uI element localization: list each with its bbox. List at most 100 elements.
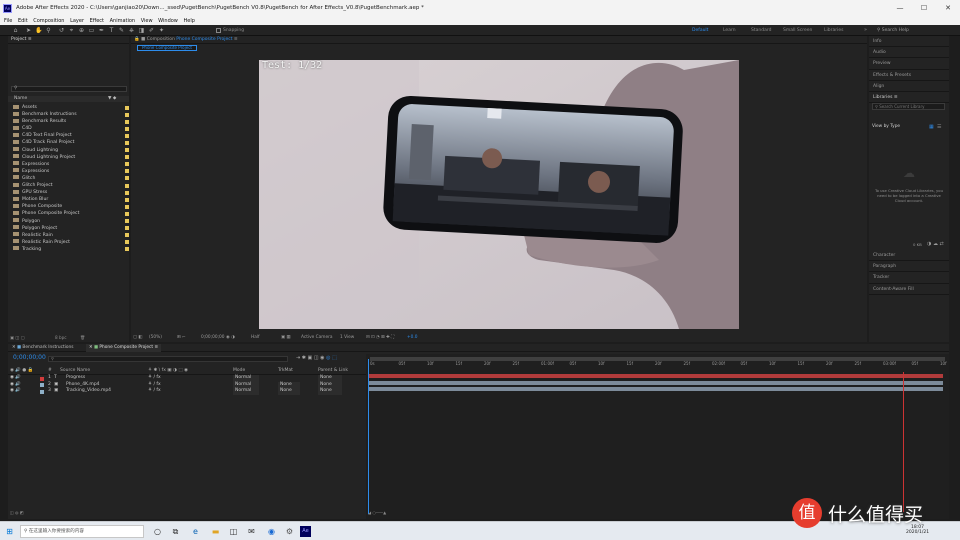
paragraph-panel-tab[interactable]: Paragraph: [869, 261, 949, 273]
snapshot-icon[interactable]: ◉ ◑: [226, 334, 235, 342]
menu-help[interactable]: Help: [183, 17, 194, 25]
region-of-interest-icon[interactable]: ▣ ▦: [281, 334, 291, 342]
project-item[interactable]: Phone Composite Project: [8, 210, 129, 217]
libraries-search-input[interactable]: ⚲ Search Current Library: [872, 103, 945, 110]
lock-icon[interactable]: 🔒: [134, 37, 140, 42]
effects-presets-panel-tab[interactable]: Effects & Presets: [869, 70, 949, 81]
label-color-swatch[interactable]: [125, 204, 129, 209]
menu-window[interactable]: Window: [158, 17, 178, 25]
project-item[interactable]: Benchmark Results: [8, 118, 129, 125]
layer-parent-dropdown[interactable]: None: [318, 388, 342, 395]
layer-label-swatch[interactable]: [40, 383, 44, 387]
workspace-overflow-icon[interactable]: »: [864, 27, 867, 34]
menu-effect[interactable]: Effect: [90, 17, 104, 25]
layer-switches-icons[interactable]: ⚘ / fx: [148, 388, 161, 395]
current-time-indicator[interactable]: [368, 359, 369, 514]
timeline-search-input[interactable]: ⚲: [48, 356, 288, 362]
label-color-swatch[interactable]: [125, 169, 129, 174]
project-item[interactable]: GPU Stress: [8, 189, 129, 196]
label-color-swatch[interactable]: [125, 112, 129, 117]
layer-trkmat-dropdown[interactable]: None: [278, 388, 300, 395]
zoom-tool-icon[interactable]: ⚲: [45, 27, 52, 34]
label-color-swatch[interactable]: [125, 226, 129, 231]
menu-composition[interactable]: Composition: [33, 17, 64, 25]
puppet-tool-icon[interactable]: ✦: [158, 27, 165, 34]
grid-icon[interactable]: ⊞ ⌐: [177, 334, 186, 342]
after-effects-taskbar-icon[interactable]: Ae: [300, 526, 311, 537]
task-view-icon[interactable]: ⧉: [170, 526, 181, 537]
workspace-learn[interactable]: Learn: [723, 27, 736, 34]
character-panel-tab[interactable]: Character: [869, 250, 949, 262]
layer-mode-dropdown[interactable]: Normal: [233, 388, 260, 395]
layer-label-swatch[interactable]: [40, 389, 44, 394]
delete-item-icon[interactable]: 🗑: [80, 335, 85, 341]
content-aware-fill-panel-tab[interactable]: Content-Aware Fill: [869, 284, 949, 295]
composition-breadcrumb[interactable]: Phone Composite Project: [137, 45, 197, 51]
layer-bar-phone[interactable]: [368, 381, 943, 385]
snapping-checkbox[interactable]: [216, 28, 221, 33]
label-color-swatch[interactable]: [125, 140, 129, 145]
search-help-field[interactable]: ⚲ Search Help: [877, 27, 943, 34]
label-color-swatch[interactable]: [125, 126, 129, 131]
preview-panel-tab[interactable]: Preview: [869, 58, 949, 70]
exposure-value[interactable]: +0.0: [407, 334, 417, 342]
timeline-switch-icons[interactable]: ⇥ ✱ ▣ ◫ ◉ ◎ ⬚: [296, 355, 337, 361]
label-color-swatch[interactable]: [125, 190, 129, 195]
label-color-swatch[interactable]: [125, 176, 129, 181]
project-item[interactable]: Polygon: [8, 218, 129, 225]
eraser-tool-icon[interactable]: ◨: [138, 27, 145, 34]
composition-tab[interactable]: 🔒 ■ Composition Phone Composite Project …: [131, 36, 867, 44]
taskbar-search-box[interactable]: ⚲ 在这里输入你要搜索的内容: [20, 525, 144, 538]
label-color-swatch[interactable]: [125, 133, 129, 138]
label-color-swatch[interactable]: [125, 219, 129, 223]
project-item[interactable]: Cloud Lightning: [8, 147, 129, 154]
label-color-swatch[interactable]: [125, 247, 129, 252]
mail-icon[interactable]: ✉: [246, 526, 257, 537]
rectangle-tool-icon[interactable]: ▭: [88, 27, 95, 34]
label-color-swatch[interactable]: [125, 240, 129, 245]
project-tab[interactable]: Project ≡: [8, 36, 129, 44]
workspace-libraries[interactable]: Libraries: [824, 27, 843, 34]
clone-stamp-tool-icon[interactable]: ⎈: [128, 27, 135, 34]
project-item[interactable]: Glitch: [8, 175, 129, 182]
project-item[interactable]: C4D: [8, 125, 129, 132]
time-ruler[interactable]: 0s 05f 10f 15f 20f 25f 01:00f 05f 10f 15f 20f 25f 02…: [366, 361, 949, 369]
label-color-swatch[interactable]: [125, 233, 129, 238]
camera-dropdown[interactable]: Active Camera: [301, 334, 333, 342]
pan-behind-tool-icon[interactable]: ⊕: [78, 27, 85, 34]
project-item[interactable]: Cloud Lightning Project: [8, 154, 129, 161]
project-item[interactable]: Phone Composite: [8, 203, 129, 210]
project-item[interactable]: Expressions: [8, 168, 129, 175]
app-icon-gear[interactable]: ⚙: [284, 526, 295, 537]
file-explorer-icon[interactable]: ▬: [210, 526, 221, 537]
label-color-swatch[interactable]: [125, 197, 129, 202]
type-tool-icon[interactable]: T: [108, 27, 115, 34]
label-column-icon[interactable]: ▼ ◆: [108, 96, 116, 102]
project-item[interactable]: Realistic Rain Project: [8, 239, 129, 246]
tracker-panel-tab[interactable]: Tracker: [869, 272, 949, 284]
project-item[interactable]: Tracking: [8, 246, 129, 253]
project-item[interactable]: Glitch Project: [8, 182, 129, 189]
edge-browser-icon[interactable]: e: [190, 526, 201, 537]
interpret-footage-icon[interactable]: ▣ ◫ ▢: [10, 335, 25, 340]
selection-tool-icon[interactable]: ➤: [25, 27, 32, 34]
info-panel-tab[interactable]: Info: [869, 36, 949, 48]
label-color-swatch[interactable]: [125, 148, 129, 153]
menu-file[interactable]: File: [4, 17, 12, 25]
camera-tool-icon[interactable]: ⌖: [68, 27, 75, 34]
views-dropdown[interactable]: 1 View: [340, 334, 354, 342]
label-color-swatch[interactable]: [125, 105, 129, 110]
magnification-dropdown[interactable]: (50%): [149, 334, 162, 342]
layer-name[interactable]: Tracking_Video.mp4: [66, 388, 111, 395]
project-name-column-header[interactable]: Name ▼ ◆: [8, 96, 129, 102]
label-color-swatch[interactable]: [125, 211, 129, 216]
composition-canvas[interactable]: Test: 1/32: [259, 60, 739, 329]
minimize-button[interactable]: —: [888, 0, 912, 17]
libraries-panel-tab[interactable]: Libraries ≡: [869, 92, 949, 104]
layer-row[interactable]: ◉ 🔊 3 ▣ Tracking_Video.mp4 ⚘ / fx Normal None N…: [8, 388, 366, 395]
mode-header[interactable]: Mode: [233, 368, 245, 375]
project-item[interactable]: Assets: [8, 104, 129, 111]
menu-layer[interactable]: Layer: [70, 17, 84, 25]
label-color-swatch[interactable]: [125, 119, 129, 124]
bit-depth-label[interactable]: 8 bpc: [55, 335, 67, 341]
